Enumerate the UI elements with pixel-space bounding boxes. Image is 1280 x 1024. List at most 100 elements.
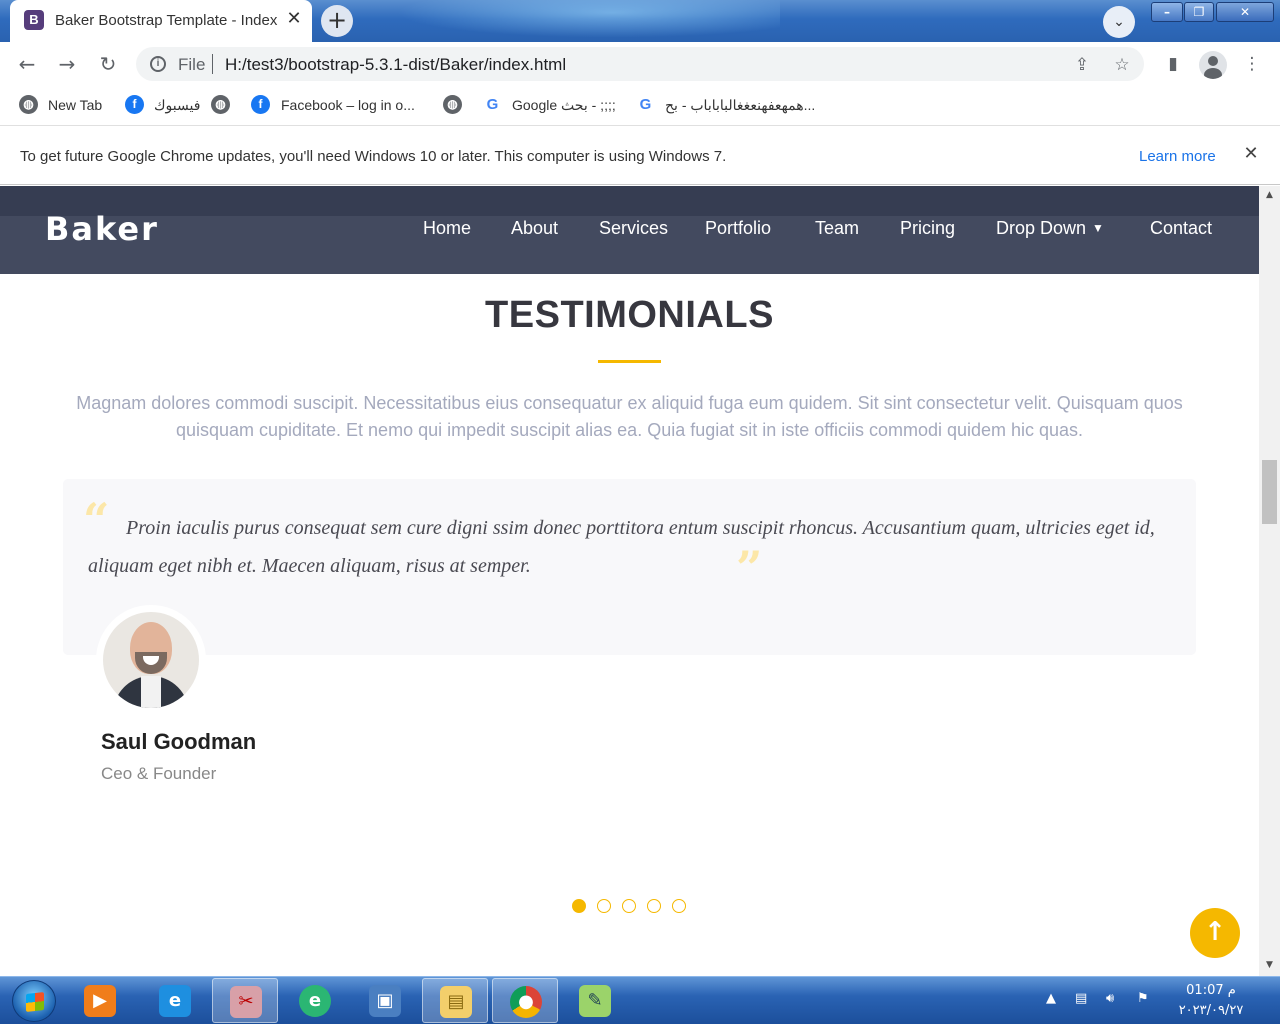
arrow-up-icon: ↑ — [1204, 917, 1226, 947]
taskbar-edge[interactable]: e — [282, 978, 348, 1023]
file-explorer-icon: ▤ — [440, 986, 472, 1018]
volume-icon[interactable]: 🔊︎ — [1106, 991, 1114, 1006]
page-scrollbar[interactable]: ▲ ▼ — [1259, 186, 1280, 976]
update-infobar: To get future Google Chrome updates, you… — [0, 127, 1280, 185]
url-text[interactable]: H:/test3/bootstrap-5.3.1-dist/Baker/inde… — [225, 55, 566, 75]
site-info-icon[interactable]: i — [150, 56, 166, 72]
side-panel-icon[interactable]: ▮ — [1161, 52, 1185, 76]
share-icon[interactable]: ⇪ — [1071, 54, 1093, 76]
bootstrap-favicon-icon: B — [24, 10, 44, 30]
globe-icon[interactable]: ◍ — [443, 95, 462, 114]
carousel-dot-2[interactable] — [597, 899, 611, 913]
taskbar-network[interactable]: ▣ — [352, 978, 418, 1023]
facebook-icon: f — [125, 95, 144, 114]
taskbar-internet-explorer[interactable]: e — [142, 978, 208, 1023]
bookmark-facebook-ar[interactable]: فيسبوك — [154, 94, 200, 116]
nav-pricing[interactable]: Pricing — [900, 218, 955, 239]
section-title: TESTIMONIALS — [485, 294, 774, 336]
carousel-dot-4[interactable] — [647, 899, 661, 913]
scrollbar-thumb[interactable] — [1262, 460, 1277, 524]
carousel-dot-1[interactable] — [572, 899, 586, 913]
page-viewport: Baker Home About Services Portfolio Team… — [0, 186, 1259, 976]
media-player-icon: ▶ — [84, 985, 116, 1017]
nav-dropdown[interactable]: Drop Down ▼ — [996, 218, 1104, 239]
chrome-icon: ● — [510, 986, 542, 1018]
forward-arrow-icon[interactable]: → — [53, 50, 81, 78]
nav-portfolio[interactable]: Portfolio — [705, 218, 771, 239]
taskbar-notepad[interactable]: ✎ — [562, 978, 628, 1023]
new-tab-button[interactable]: + — [321, 5, 353, 37]
header-top-strip — [0, 186, 1259, 216]
clock-time: 01:07 م — [1186, 983, 1236, 998]
back-to-top-button[interactable]: ↑ — [1190, 908, 1240, 958]
google-icon: G — [636, 95, 655, 114]
chevron-down-icon: ▼ — [1092, 221, 1104, 235]
bookmark-star-icon[interactable]: ☆ — [1111, 54, 1133, 76]
bookmark-facebook-login[interactable]: Facebook – log in o... — [281, 94, 415, 116]
taskbar-snipping-tool[interactable]: ✂ — [212, 978, 278, 1023]
globe-icon: ◍ — [19, 95, 38, 114]
action-center-flag-icon[interactable]: ⚑ — [1137, 991, 1149, 1006]
internet-explorer-icon: e — [159, 985, 191, 1017]
testimonial-card: “ Proin iaculis purus consequat sem cure… — [63, 479, 1196, 655]
browser-toolbar: ← → ↻ i File H:/test3/bootstrap-5.3.1-di… — [0, 42, 1280, 86]
url-scheme: File — [178, 55, 206, 74]
show-hidden-icons-arrow[interactable]: ▲ — [1046, 991, 1056, 1006]
nav-dropdown-label: Drop Down — [996, 218, 1087, 238]
start-button[interactable] — [12, 980, 56, 1022]
bookmark-google-search-2[interactable]: همهعفهنعغغالباباباب - بح... — [665, 94, 815, 116]
clock-date: ٢٠٢٣/٠٩/٢٧ — [1178, 1003, 1244, 1018]
taskbar-clock[interactable]: 01:07 م ٢٠٢٣/٠٩/٢٧ — [1175, 981, 1247, 1021]
notepad-icon: ✎ — [579, 985, 611, 1017]
testimonial-quote: Proin iaculis purus consequat sem cure d… — [88, 517, 1155, 577]
avatar — [103, 612, 199, 708]
reload-icon[interactable]: ↻ — [94, 50, 122, 78]
bookmark-new-tab[interactable]: New Tab — [48, 94, 102, 116]
tab-close-icon[interactable]: ✕ — [284, 9, 304, 29]
nav-services[interactable]: Services — [599, 218, 668, 239]
nav-home[interactable]: Home — [423, 218, 471, 239]
taskbar-media-player[interactable]: ▶ — [67, 978, 133, 1023]
site-header: Baker Home About Services Portfolio Team… — [0, 186, 1259, 274]
testimonial-role: Ceo & Founder — [101, 764, 217, 783]
window-minimize-button[interactable]: – — [1151, 2, 1183, 22]
network-icon: ▣ — [369, 985, 401, 1017]
quote-close-icon: ” — [736, 541, 763, 595]
back-arrow-icon[interactable]: ← — [13, 50, 41, 78]
facebook-icon: f — [251, 95, 270, 114]
menu-kebab-icon[interactable]: ⋮ — [1240, 52, 1264, 76]
nav-team[interactable]: Team — [815, 218, 859, 239]
section-description: Magnam dolores commodi suscipit. Necessi… — [76, 393, 1183, 440]
window-close-button[interactable]: ✕ — [1216, 2, 1274, 22]
bookmark-google-search[interactable]: Google بحث - ;;;; — [512, 94, 616, 116]
learn-more-link[interactable]: Learn more — [1139, 148, 1216, 165]
site-logo[interactable]: Baker — [45, 210, 159, 248]
testimonial-name: Saul Goodman — [101, 729, 257, 754]
snipping-tool-icon: ✂ — [230, 986, 262, 1018]
tab-title: Baker Bootstrap Template - Index — [55, 12, 278, 29]
title-underline — [598, 360, 661, 363]
infobar-message: To get future Google Chrome updates, you… — [20, 148, 727, 165]
windows-taskbar: ▶ e ✂ e ▣ ▤ ● ✎ ▲ ▤ 🔊︎ ⚑ 01:07 م ٢٠٢٣/٠٩… — [0, 976, 1280, 1024]
taskbar-file-explorer[interactable]: ▤ — [422, 978, 488, 1023]
taskbar-chrome[interactable]: ● — [492, 978, 558, 1023]
url-separator — [212, 54, 213, 74]
nav-contact[interactable]: Contact — [1150, 218, 1212, 239]
tab-search-chevron-icon[interactable]: ⌄ — [1103, 6, 1135, 38]
google-icon: G — [483, 95, 502, 114]
address-bar[interactable]: i File H:/test3/bootstrap-5.3.1-dist/Bak… — [136, 47, 1144, 81]
carousel-dot-5[interactable] — [672, 899, 686, 913]
scroll-down-arrow-icon[interactable]: ▼ — [1264, 960, 1275, 971]
scroll-up-arrow-icon[interactable]: ▲ — [1264, 190, 1275, 201]
infobar-close-icon[interactable]: ✕ — [1240, 143, 1262, 165]
edge-icon: e — [299, 985, 331, 1017]
browser-tab-active[interactable]: B Baker Bootstrap Template - Index ✕ — [10, 0, 312, 42]
carousel-dot-3[interactable] — [622, 899, 636, 913]
window-maximize-button[interactable]: ❐ — [1184, 2, 1214, 22]
network-tray-icon[interactable]: ▤ — [1075, 991, 1087, 1006]
bookmarks-bar: ◍ New Tab f فيسبوك ◍ f Facebook – log in… — [0, 86, 1280, 126]
avatar-shirt — [141, 676, 161, 708]
profile-avatar-icon[interactable] — [1199, 51, 1227, 79]
globe-icon[interactable]: ◍ — [211, 95, 230, 114]
nav-about[interactable]: About — [511, 218, 558, 239]
